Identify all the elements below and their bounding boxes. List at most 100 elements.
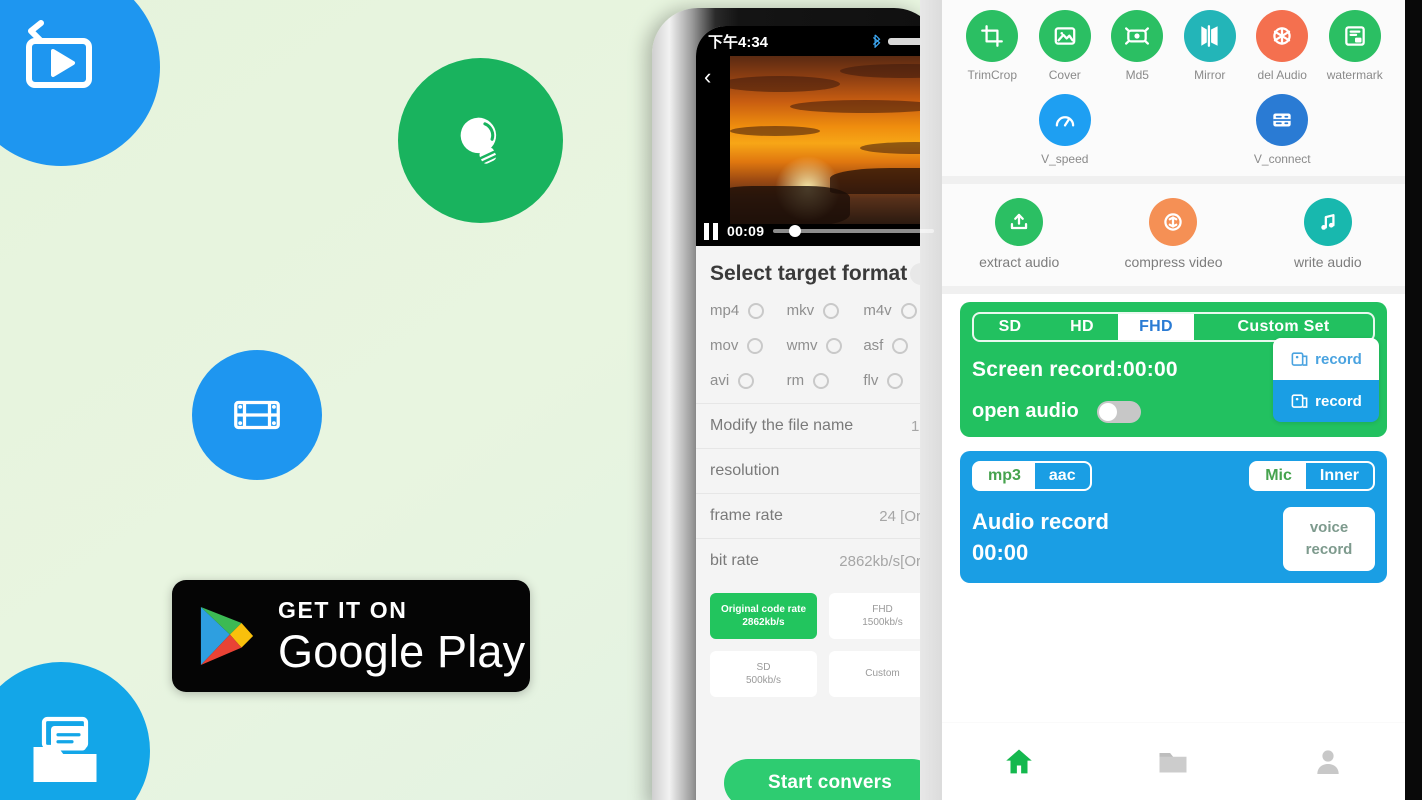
crop-icon [966, 10, 1019, 62]
tool-write-audio[interactable]: write audio [1251, 198, 1405, 270]
video-thumbnail-sunset [730, 56, 940, 224]
quality-option-sd[interactable]: SD [974, 314, 1046, 340]
format-option-mov[interactable]: mov [710, 337, 787, 354]
tool-label: Mirror [1194, 68, 1226, 82]
tool-compress-video[interactable]: compress video [1096, 198, 1250, 270]
bitrate-preset[interactable]: Original code rate 2862kb/s [710, 593, 817, 639]
pause-icon[interactable] [704, 222, 718, 240]
google-play-badge[interactable]: GET IT ON Google Play [172, 580, 530, 692]
back-chevron-icon[interactable]: ‹ [704, 66, 711, 88]
format-label: wmv [786, 337, 818, 354]
tool-label: del Audio [1257, 68, 1307, 82]
google-play-triangle-icon [200, 607, 254, 665]
setting-label: resolution [710, 462, 780, 479]
radio-icon[interactable] [892, 337, 909, 354]
bluetooth-icon [872, 34, 881, 48]
badge-store-name: Google Play [278, 625, 526, 677]
radio-icon[interactable] [826, 337, 843, 354]
tools-tertiary-row[interactable]: extract audio compress video write audio [942, 184, 1405, 286]
start-conversion-button[interactable]: Start convers [724, 759, 936, 800]
quality-option-custom-set[interactable]: Custom Set [1194, 314, 1373, 340]
tool-md5[interactable]: Md5 [1101, 10, 1174, 82]
preset-sub: 500kb/s [745, 675, 782, 686]
player-progress-bar[interactable] [773, 225, 934, 237]
voice-record-button[interactable]: voice record [1283, 507, 1375, 571]
format-label: flv [863, 372, 879, 389]
bottom-navigation[interactable] [942, 722, 1405, 800]
format-option-rm[interactable]: rm [787, 372, 864, 389]
format-option-avi[interactable]: avi [710, 372, 787, 389]
voice-record-line1: voice [1309, 518, 1349, 536]
radio-icon[interactable] [900, 302, 917, 319]
sheet-header: Select target format [696, 250, 940, 296]
quality-option-fhd[interactable]: FHD [1118, 314, 1194, 340]
record-button-dark[interactable]: record [1273, 380, 1379, 422]
video-player[interactable]: ‹ 00:09 [696, 56, 940, 246]
sheet-title: Select target format [710, 262, 908, 285]
tool-label: V_connect [1253, 152, 1311, 166]
watermark-icon [1328, 10, 1381, 62]
tool-del-audio[interactable]: del Audio [1246, 10, 1319, 82]
open-audio-label: open audio [972, 400, 1079, 422]
record-button-light[interactable]: record [1273, 338, 1379, 380]
radio-icon[interactable] [813, 372, 830, 389]
radio-icon[interactable] [738, 372, 755, 389]
upload-audio-icon [995, 198, 1044, 246]
nav-item-files[interactable] [1096, 744, 1250, 780]
compress-icon [1149, 198, 1198, 246]
tool-watermark[interactable]: watermark [1319, 10, 1392, 82]
setting-row[interactable]: resolution [696, 448, 940, 493]
audio-record-card: mp3 aac Mic Inner Audio record 00:00 voice… [960, 451, 1387, 583]
tools-secondary-row[interactable]: V_speed V_connect [942, 82, 1405, 166]
open-audio-toggle[interactable] [1096, 400, 1141, 423]
audio-format-option-mp3[interactable]: mp3 [974, 463, 1035, 489]
status-bar: 下午4:34 [696, 26, 940, 56]
setting-row[interactable]: bit rate 2862kb/s[Origi [696, 538, 940, 583]
preset-sub: 1500kb/s [862, 617, 903, 628]
setting-row[interactable]: Modify the file name168 [696, 403, 940, 448]
radio-icon[interactable] [887, 372, 904, 389]
screen-record-card: SD HD FHD Custom Set Screen record:00:00 op… [960, 302, 1387, 437]
audio-format-toggle[interactable]: mp3 aac [972, 461, 1092, 491]
repeat-icon [1111, 10, 1164, 62]
lightbulb-icon [398, 58, 563, 223]
radio-icon[interactable] [823, 302, 840, 319]
nav-item-profile[interactable] [1251, 746, 1405, 778]
format-options-grid[interactable]: mp4 mkv m4v mov wmv asf avi rm flv [696, 296, 940, 403]
tools-primary-row[interactable]: TrimCrop Cover Md5 Mirror del Audio watermark [942, 4, 1405, 82]
format-option-mp4[interactable]: mp4 [710, 302, 787, 319]
radio-icon[interactable] [748, 302, 765, 319]
quality-option-hd[interactable]: HD [1046, 314, 1118, 340]
format-option-mkv[interactable]: mkv [787, 302, 864, 319]
status-time: 下午4:34 [708, 33, 769, 51]
right-phone-mockup: TrimCrop Cover Md5 Mirror del Audio watermark… [920, 0, 1422, 800]
audio-source-toggle[interactable]: Mic Inner [1249, 461, 1375, 491]
nav-item-home[interactable] [942, 745, 1096, 779]
tool-v-speed[interactable]: V_speed [985, 94, 1145, 166]
record-button-group[interactable]: record record [1273, 338, 1379, 422]
record-button-light-label: record [1315, 350, 1362, 368]
screen-record-icon [1291, 351, 1308, 366]
person-icon [1317, 749, 1339, 774]
bitrate-preset-grid[interactable]: Original code rate 2862kb/s FHD 1500kb/s SD 5… [696, 583, 940, 707]
left-phone-mockup: 下午4:34 ‹ 00:09 Select target format mp4 … [652, 8, 940, 800]
audio-format-option-aac[interactable]: aac [1034, 463, 1090, 489]
format-option-wmv[interactable]: wmv [787, 337, 864, 354]
tool-trimcrop[interactable]: TrimCrop [956, 10, 1029, 82]
audio-source-option-inner[interactable]: Inner [1305, 463, 1373, 489]
radio-icon[interactable] [747, 337, 764, 354]
format-label: mp4 [710, 302, 740, 319]
setting-row[interactable]: frame rate 24 [Origi [696, 493, 940, 538]
player-controls[interactable]: 00:09 [696, 216, 940, 246]
tool-cover[interactable]: Cover [1029, 10, 1102, 82]
tool-extract-audio[interactable]: extract audio [942, 198, 1096, 270]
preset-title: FHD [872, 603, 893, 615]
tool-mirror[interactable]: Mirror [1174, 10, 1247, 82]
format-label: avi [710, 372, 730, 389]
bitrate-preset[interactable]: SD 500kb/s [710, 651, 817, 697]
tool-v-connect[interactable]: V_connect [1202, 94, 1362, 166]
player-progress-knob[interactable] [789, 225, 802, 237]
video-convert-icon [0, 0, 160, 166]
audio-source-option-mic[interactable]: Mic [1251, 463, 1306, 489]
mute-audio-icon [1256, 10, 1309, 62]
